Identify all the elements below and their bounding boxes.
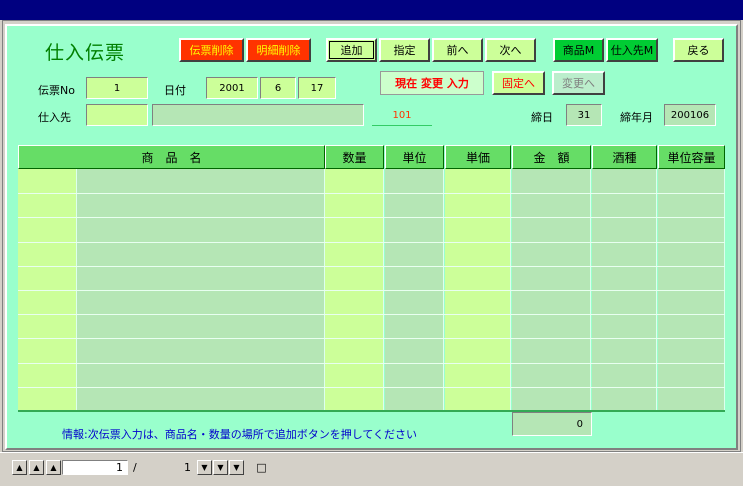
- col-header-amount: 金 額: [512, 145, 591, 169]
- closing-day-label: 締日: [531, 111, 553, 124]
- last-record-icon[interactable]: ▼: [229, 460, 244, 475]
- col-header-quantity: 数量: [325, 145, 384, 169]
- col-header-unit: 単位: [385, 145, 444, 169]
- detail-grid[interactable]: [18, 169, 725, 411]
- prev-page-icon[interactable]: ▲: [29, 460, 44, 475]
- grid-divider: [18, 410, 725, 412]
- back-button[interactable]: 戻る: [673, 38, 724, 62]
- grid-row-separator: [18, 363, 725, 364]
- prev-button[interactable]: 前へ: [432, 38, 483, 62]
- col-header-product: 商 品 名: [18, 145, 325, 169]
- col-header-liquor-type: 酒種: [592, 145, 657, 169]
- record-navigator: ▲ ▲ ▲ 1 / 1 ▼ ▼ ▼ □: [0, 452, 743, 486]
- input-mode-status: 現在 変更 入力: [380, 71, 484, 95]
- slip-no-label: 伝票No: [38, 84, 75, 97]
- grid-row-separator: [18, 217, 725, 218]
- grid-row-separator: [18, 314, 725, 315]
- supplier-ref-code: 101: [372, 106, 432, 126]
- add-button[interactable]: 追加: [326, 38, 377, 62]
- record-separator: /: [133, 461, 137, 474]
- window-title-bar: [0, 0, 743, 20]
- supplier-name-field: [152, 104, 364, 126]
- specify-button[interactable]: 指定: [379, 38, 430, 62]
- date-day-field[interactable]: 17: [298, 77, 336, 99]
- closing-month-field: 200106: [664, 104, 716, 126]
- supplier-code-field[interactable]: [86, 104, 148, 126]
- fix-button[interactable]: 固定へ: [492, 71, 545, 95]
- total-records: 1: [143, 460, 195, 475]
- supplier-master-button[interactable]: 仕入先M: [606, 38, 658, 62]
- grid-row-separator: [18, 266, 725, 267]
- delete-detail-button[interactable]: 明細削除: [246, 38, 311, 62]
- next-record-icon[interactable]: ▼: [197, 460, 212, 475]
- grid-row-separator: [18, 338, 725, 339]
- info-message: 情報:次伝票入力は、商品名・数量の場所で追加ボタンを押してください: [62, 428, 418, 441]
- next-page-icon[interactable]: ▼: [213, 460, 228, 475]
- grid-row-separator: [18, 387, 725, 388]
- col-header-unit-price: 単価: [445, 145, 511, 169]
- closing-month-label: 締年月: [620, 111, 653, 124]
- grid-row-separator: [18, 290, 725, 291]
- date-label: 日付: [164, 84, 186, 97]
- product-master-button[interactable]: 商品M: [553, 38, 604, 62]
- date-year-field[interactable]: 2001: [206, 77, 258, 99]
- closing-day-field: 31: [566, 104, 602, 126]
- prev-record-icon[interactable]: ▲: [46, 460, 61, 475]
- slip-no-field[interactable]: 1: [86, 77, 148, 99]
- date-month-field[interactable]: 6: [260, 77, 296, 99]
- page-title: 仕入伝票: [45, 42, 126, 64]
- first-record-icon[interactable]: ▲: [12, 460, 27, 475]
- current-record-field[interactable]: 1: [62, 460, 128, 475]
- supplier-label: 仕入先: [38, 111, 71, 124]
- grid-row-separator: [18, 193, 725, 194]
- change-button[interactable]: 変更へ: [552, 71, 605, 95]
- col-header-unit-volume: 単位容量: [658, 145, 725, 169]
- grid-row-separator: [18, 242, 725, 243]
- delete-slip-button[interactable]: 伝票削除: [179, 38, 244, 62]
- next-button[interactable]: 次へ: [485, 38, 536, 62]
- total-amount-field: 0: [512, 412, 592, 436]
- new-record-icon[interactable]: □: [254, 460, 269, 475]
